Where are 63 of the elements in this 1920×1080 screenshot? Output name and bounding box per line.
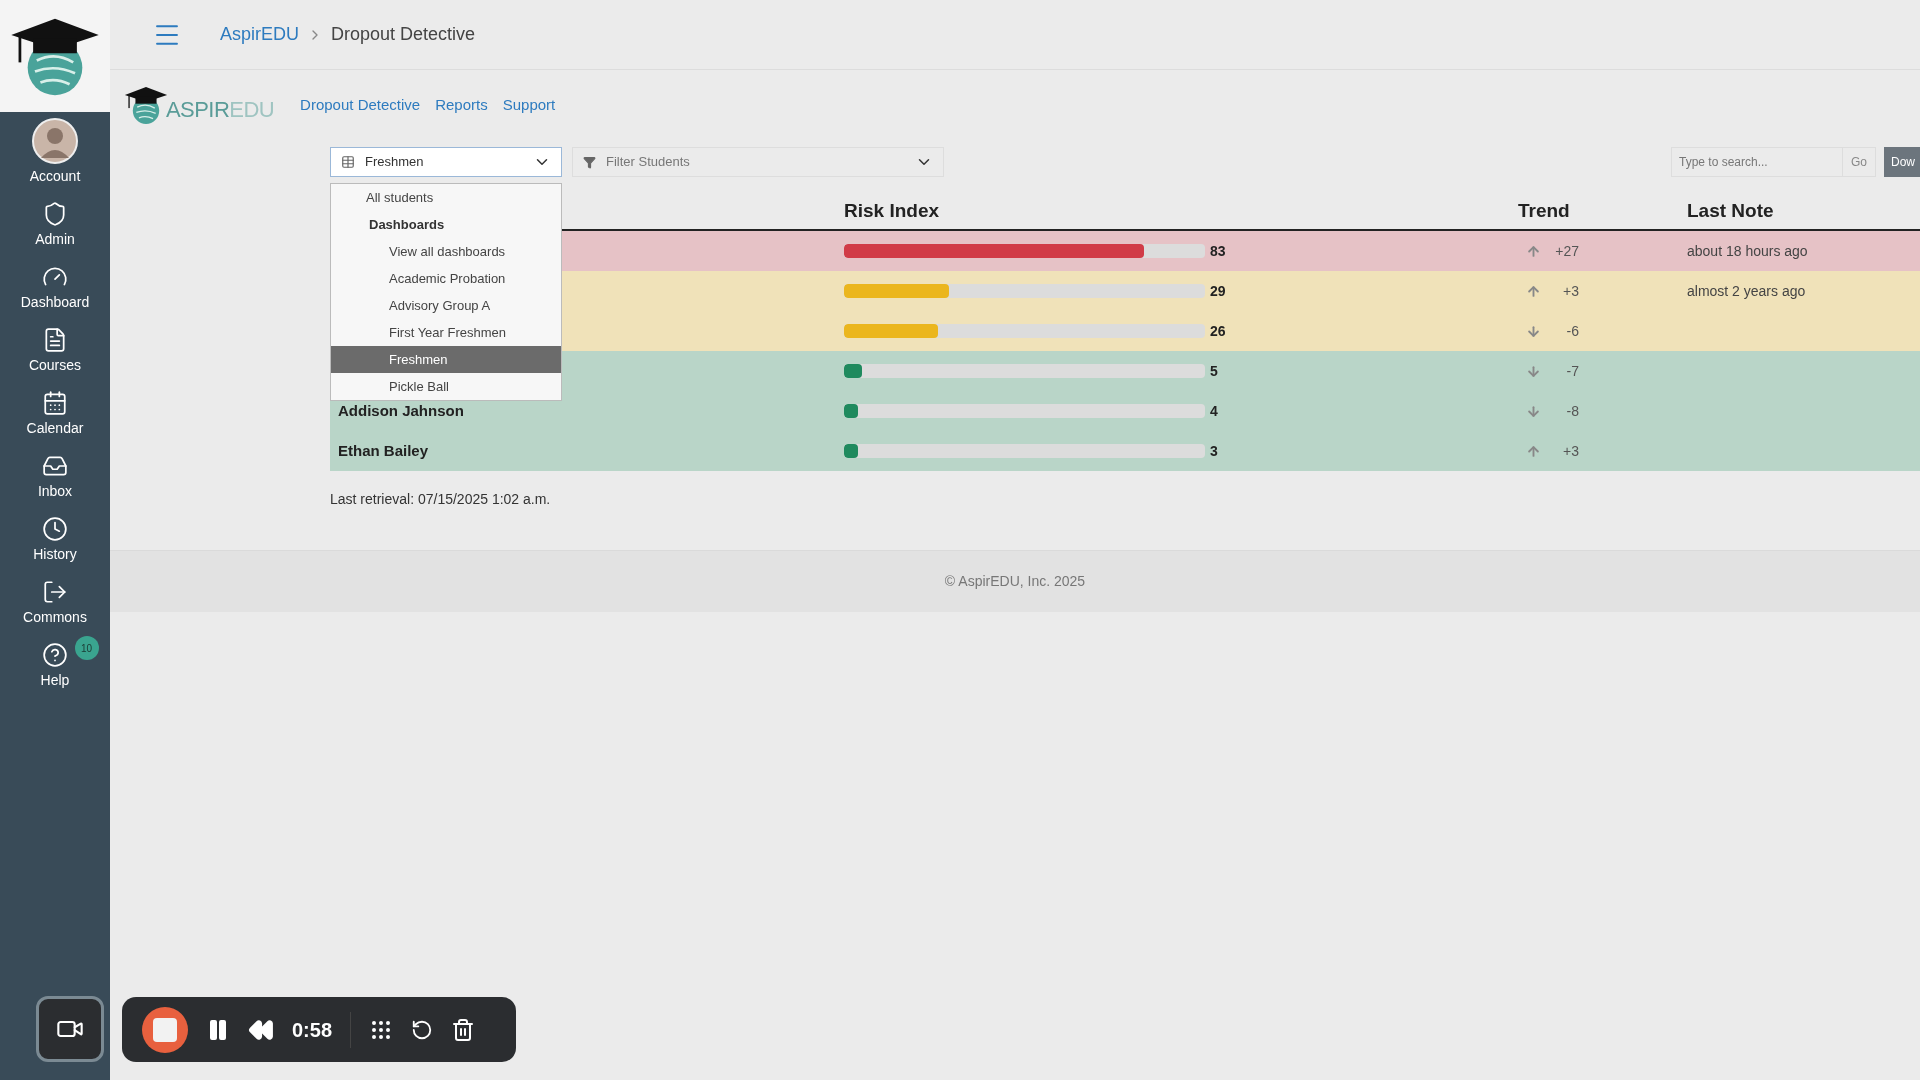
trend-value: -7 [1565,361,1579,381]
dropdown-option[interactable]: First Year Freshmen [331,319,561,346]
sidebar-item[interactable]: Help [40,670,70,691]
recording-time: 0:58 [292,1017,333,1043]
student-name[interactable]: Addison Jahnson [338,402,464,419]
camera-button[interactable] [36,996,104,1062]
nav-link[interactable]: Support [502,93,556,117]
sidebar-item[interactable]: History [33,544,77,565]
copyright-text: © AspirEDU, Inc. 2025 [944,572,1086,591]
calendar-icon[interactable] [42,390,68,416]
breadcrumb-link[interactable]: AspirEDU [220,21,299,48]
sidebar-item[interactable]: Dashboard [20,292,90,313]
sidebar-item[interactable]: Commons [23,607,87,628]
trend-value: +3 [1562,281,1579,301]
risk-score: 3 [1210,441,1218,461]
table-row[interactable]: Ethan Bailey 3 +3 [330,431,1920,471]
column-header: Risk Index [844,198,940,223]
dropdown-option[interactable]: All students [331,184,561,211]
document-icon[interactable] [42,327,68,353]
dashboard-select[interactable]: Freshmen [330,147,562,177]
last-note: almost 2 years ago [1687,283,1806,299]
sidebar-item[interactable]: Inbox [37,481,73,502]
student-name[interactable]: Ethan Bailey [338,442,429,459]
trend-value: +27 [1554,241,1579,261]
brand-wordmark: ASPIREDU [166,96,275,124]
table-row[interactable]: Addison Jahnson 4 -8 [330,391,1920,431]
inbox-icon[interactable] [42,453,68,479]
risk-score: 4 [1210,401,1218,421]
logo [124,84,168,126]
trash-icon[interactable] [451,1017,476,1042]
dropdown-option[interactable]: Freshmen [331,346,561,373]
filter-select[interactable]: Filter Students [572,147,944,177]
nav-link[interactable]: Reports [435,93,488,117]
notification-badge: 10 [74,636,99,660]
last-retrieval-text: Last retrieval: 07/15/2025 1:02 a.m. [330,490,552,509]
clock-icon[interactable] [42,516,68,542]
trend-value: +3 [1562,441,1579,461]
restart-icon[interactable] [411,1018,434,1041]
sidebar-item[interactable]: Calendar [26,418,84,439]
filter-icon [583,155,596,169]
sidebar-item[interactable]: Courses [28,355,82,376]
avatar[interactable] [32,118,78,164]
dropdown-option[interactable]: View all dashboards [331,238,561,265]
breadcrumb-current: Dropout Detective [331,23,476,46]
help-icon[interactable] [42,642,68,668]
table-icon [341,155,355,169]
search-field[interactable]: Type to search... [1671,147,1843,177]
sidebar-item[interactable]: Admin [35,229,75,250]
nav-link[interactable]: Dropout Detective [300,93,421,117]
risk-score: 83 [1210,241,1226,261]
risk-score: 5 [1210,361,1218,381]
risk-score: 26 [1210,321,1226,341]
stop-button[interactable] [142,1006,188,1053]
shield-icon[interactable] [42,201,68,227]
sidebar-item[interactable]: Account [29,166,81,187]
risk-score: 29 [1210,281,1226,301]
trend-value: -6 [1565,321,1579,341]
trend-value: -8 [1565,401,1579,421]
column-header: Last Note [1687,198,1774,223]
column-header: Trend [1518,198,1570,223]
dropdown-group-header: Dashboards [368,215,446,234]
download-button[interactable]: Dow [1884,147,1920,177]
last-note: about 18 hours ago [1687,243,1808,259]
